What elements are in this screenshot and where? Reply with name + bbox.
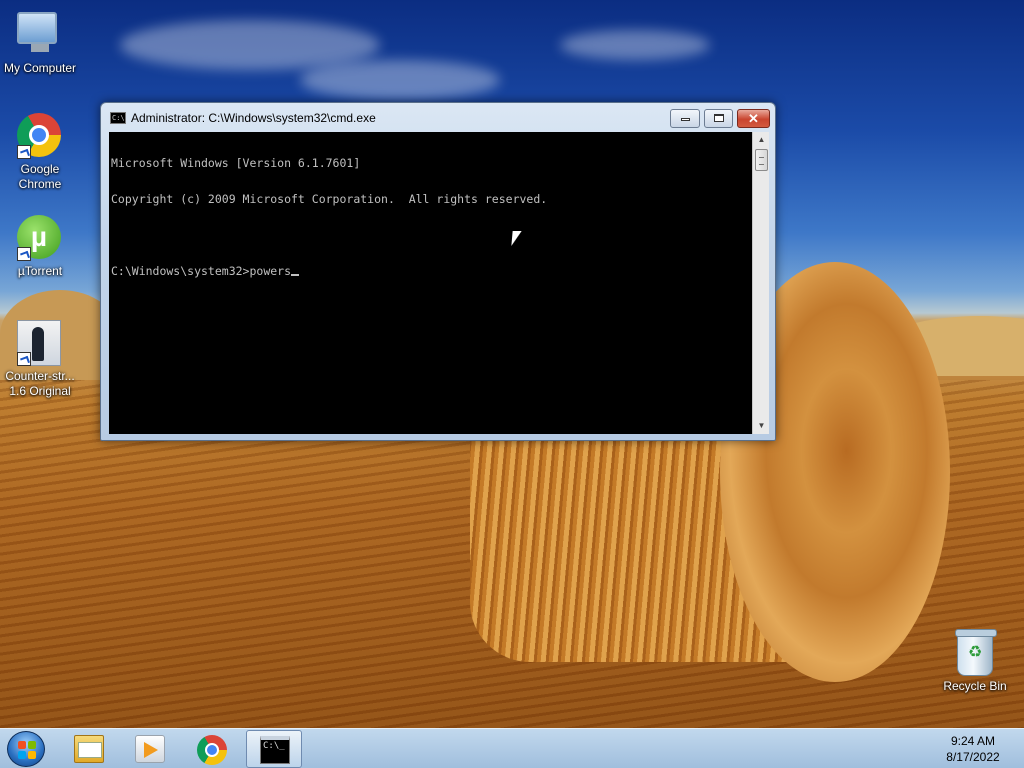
counter-strike-icon	[17, 320, 63, 366]
minimize-icon	[680, 118, 690, 121]
maximize-icon	[713, 114, 724, 122]
text-cursor	[291, 274, 300, 276]
taskbar-chrome-button[interactable]	[184, 730, 240, 768]
clock-date: 8/17/2022	[946, 750, 1000, 764]
desktop-icon-label: µTorrent	[17, 264, 63, 278]
desktop-icon-google-chrome[interactable]: Google Chrome	[0, 113, 80, 192]
chrome-icon	[197, 735, 227, 765]
console-output[interactable]: Microsoft Windows [Version 6.1.7601] Cop…	[109, 132, 752, 434]
vertical-scrollbar[interactable]: ▲ ▼	[752, 132, 769, 434]
folder-icon	[74, 735, 104, 763]
cmd-window[interactable]: C:\ Administrator: C:\Windows\system32\c…	[100, 102, 776, 441]
desktop-icon-label-line2: Chrome	[18, 177, 62, 191]
desktop-icon-label: Google	[20, 162, 60, 176]
media-player-icon	[135, 735, 165, 763]
shortcut-arrow-icon	[17, 247, 31, 261]
system-clock[interactable]: 9:24 AM 8/17/2022	[926, 733, 1020, 765]
scroll-down-icon[interactable]: ▼	[753, 418, 770, 434]
taskbar: C:\_ 9:24 AM 8/17/2022	[0, 728, 1024, 768]
console-input-line[interactable]: C:\Windows\system32>powers	[111, 265, 750, 277]
close-button[interactable]: ✕	[737, 109, 770, 128]
desktop-icon-label: Recycle Bin	[943, 679, 1007, 693]
console-line: Microsoft Windows [Version 6.1.7601]	[111, 156, 361, 170]
window-titlebar[interactable]: C:\ Administrator: C:\Windows\system32\c…	[101, 103, 775, 131]
scroll-up-icon[interactable]: ▲	[753, 132, 770, 148]
recycle-bin-icon	[955, 629, 997, 676]
shortcut-arrow-icon	[17, 145, 31, 159]
desktop-icon-recycle-bin[interactable]: Recycle Bin	[935, 629, 1015, 694]
taskbar-cmd-button[interactable]: C:\_	[246, 730, 302, 768]
desktop-icon-label-line2: 1.6 Original	[9, 384, 71, 398]
close-icon: ✕	[748, 111, 759, 126]
cmd-icon: C:\_	[260, 736, 290, 764]
chrome-icon	[17, 113, 63, 159]
taskbar-explorer-button[interactable]	[61, 730, 117, 768]
console-prompt-input[interactable]: C:\Windows\system32>powers	[111, 264, 291, 278]
utorrent-icon: µ	[17, 215, 63, 261]
desktop-icon-my-computer[interactable]: My Computer	[0, 8, 80, 76]
scrollbar-thumb[interactable]	[755, 149, 768, 171]
minimize-button[interactable]	[670, 109, 700, 128]
desktop-icon-label: My Computer	[3, 61, 77, 75]
clock-time: 9:24 AM	[950, 734, 996, 748]
desktop-icon-label: Counter-str...	[5, 369, 75, 383]
console-line: Copyright (c) 2009 Microsoft Corporation…	[111, 192, 548, 206]
mouse-pointer-icon	[511, 231, 522, 246]
windows-logo-icon	[18, 741, 36, 759]
desktop-icon-utorrent[interactable]: µ µTorrent	[0, 215, 80, 279]
desktop-icon-counter-strike[interactable]: Counter-str... 1.6 Original	[0, 320, 80, 399]
cmd-icon[interactable]: C:\	[110, 112, 126, 124]
maximize-button[interactable]	[704, 109, 733, 128]
computer-icon	[17, 12, 63, 58]
shortcut-arrow-icon	[17, 352, 31, 366]
window-title: Administrator: C:\Windows\system32\cmd.e…	[131, 111, 376, 125]
taskbar-media-player-button[interactable]	[122, 730, 178, 768]
start-button[interactable]	[7, 731, 45, 767]
